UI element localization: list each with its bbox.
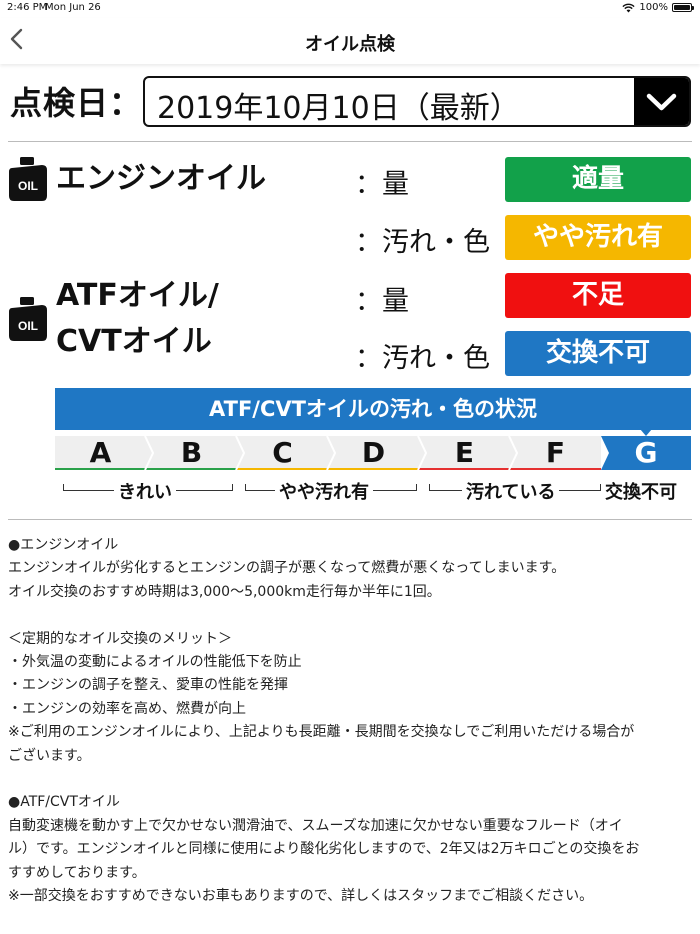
atf-oil-amount-badge: 不足	[505, 273, 691, 318]
merit-note: ※ご利用のエンジンオイルにより、上記よりも長距離・長期間を交換なしでご利用いただ…	[8, 724, 635, 741]
grade-e: E	[419, 436, 510, 470]
atf-oil-amount-label: ：量	[355, 286, 409, 317]
atf-oil-dirt-label: ：汚れ・色	[355, 343, 490, 374]
atf-oil-name-line1: ATFオイル/	[56, 278, 219, 313]
grade-scale: A B C D E F G	[55, 436, 691, 470]
divider	[8, 141, 692, 142]
oil-can-icon: OIL	[9, 157, 47, 201]
svg-text:OIL: OIL	[18, 179, 38, 193]
atf-oil-text: すすめしております。	[8, 864, 146, 881]
chevron-right-icon	[144, 436, 154, 470]
engine-oil-text: オイル交換のおすすめ時期は3,000〜5,000km走行毎か半年に1回。	[8, 583, 441, 600]
grade-a: A	[55, 436, 146, 470]
nav-bar: オイル点検	[0, 18, 700, 64]
category-dirty: 汚れている	[429, 478, 601, 504]
notes-section: ●エンジンオイル エンジンオイルが劣化するとエンジンの調子が悪くなって燃費が悪く…	[8, 534, 692, 908]
chevron-right-icon	[235, 436, 245, 470]
engine-oil-amount-label: ：量	[355, 169, 409, 200]
category-clean: きれい	[63, 478, 233, 504]
atf-oil-text: 自動変速機を動かす上で欠かせない潤滑油で、スムーズな加速に欠かせない重要なフルー…	[8, 817, 623, 834]
inspection-date-select[interactable]: 2019年10月10日（最新）	[143, 76, 691, 127]
chevron-right-icon	[326, 436, 336, 470]
chevron-down-icon	[646, 93, 677, 111]
grade-f: F	[510, 436, 601, 470]
svg-text:OIL: OIL	[18, 319, 38, 333]
status-right: 100%	[622, 2, 694, 13]
inspection-date-row: 点検日： 2019年10月10日（最新）	[0, 76, 700, 130]
atf-oil-heading: ●ATF/CVTオイル	[8, 794, 120, 811]
engine-oil-text: エンジンオイルが劣化するとエンジンの調子が悪くなって燃費が悪くなってしまいます。	[8, 560, 566, 577]
dropdown-button[interactable]	[634, 78, 689, 125]
status-date: Mon Jun 26	[45, 2, 101, 13]
atf-oil-text: ル）です。エンジンオイルと同様に使用により酸化劣化しますので、2年又は2万キロご…	[8, 841, 640, 858]
category-replace-impossible: 交換不可	[601, 478, 695, 504]
inspection-date-value: 2019年10月10日（最新）	[157, 91, 520, 126]
oil-can-icon: OIL	[9, 297, 47, 341]
grade-c: C	[237, 436, 328, 470]
status-bar: 2:46 PM Mon Jun 26 100%	[0, 0, 700, 18]
wifi-icon	[622, 3, 635, 12]
engine-oil-dirt-label: ：汚れ・色	[355, 227, 490, 258]
scale-title: ATF/CVTオイルの汚れ・色の状況	[55, 388, 691, 430]
merit-heading: ＜定期的なオイル交換のメリット＞	[8, 630, 232, 647]
grade-d: D	[328, 436, 419, 470]
merit-note: ございます。	[8, 747, 91, 764]
atf-oil-dirt-badge: 交換不可	[505, 331, 691, 376]
battery-icon	[672, 3, 694, 12]
engine-oil-amount-badge: 適量	[505, 157, 691, 202]
grade-g-selected: G	[601, 436, 691, 470]
engine-oil-heading: ●エンジンオイル	[8, 537, 119, 553]
chevron-right-icon	[417, 436, 427, 470]
engine-oil-dirt-badge: やや汚れ有	[505, 215, 691, 260]
category-slightly-dirty: やや汚れ有	[245, 478, 417, 504]
merit-item: ・エンジンの調子を整え、愛車の性能を発揮	[8, 677, 288, 694]
battery-percent: 100%	[639, 2, 668, 13]
merit-item: ・エンジンの効率を高め、燃費が向上	[8, 700, 246, 717]
scale-category-labels: きれい やや汚れ有 汚れている 交換不可	[55, 478, 695, 504]
merit-item: ・外気温の変動によるオイルの性能低下を防止	[8, 654, 302, 671]
engine-oil-name: エンジンオイル	[56, 161, 266, 196]
divider	[8, 519, 692, 520]
atf-oil-name-line2: CVTオイル	[56, 324, 212, 359]
chevron-right-icon	[601, 436, 609, 470]
chevron-right-icon	[508, 436, 518, 470]
grade-b: B	[146, 436, 237, 470]
status-time: 2:46 PM	[7, 2, 48, 13]
page-title: オイル点検	[305, 34, 395, 55]
inspection-date-label: 点検日：	[10, 84, 143, 122]
atf-oil-note: ※一部交換をおすすめできないお車もありますので、詳しくはスタッフまでご相談くださ…	[8, 888, 594, 905]
